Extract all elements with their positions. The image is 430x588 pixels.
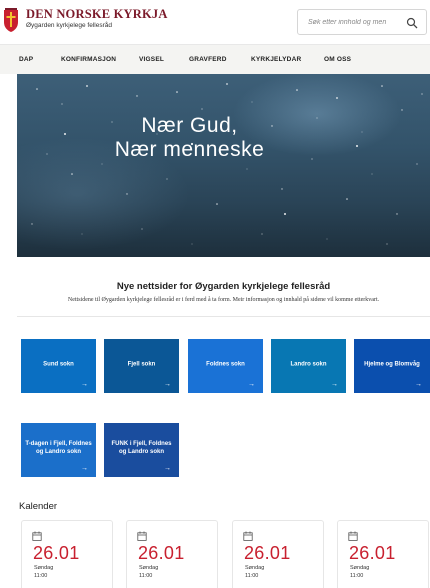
event-day: Søndag [350,565,370,571]
event-day: Søndag [34,565,54,571]
arrow-right-icon: → [81,465,88,472]
nav-item-kyrkjelydar[interactable]: KYRKJELYDAR [251,56,301,63]
hero-line-2: Nær menneske [114,138,265,161]
site-header: DEN NORSKE KYRKJA Øygarden kyrkjelege fe… [0,0,430,44]
calendar-event-card[interactable]: 26.01 Søndag 11:00 [232,520,324,588]
nav-item-om-oss[interactable]: OM OSS [324,56,351,63]
tile-label: Foldnes sokn [206,361,245,368]
intro-text: Nettsidene til Øygarden kyrkjelege felle… [67,297,380,303]
arrow-right-icon: → [331,381,338,388]
event-time: 11:00 [245,573,259,579]
hero-line-1: Nær Gud, [141,114,238,137]
event-date: 26.01 [244,543,291,563]
tile-hjelme-og-blomvag[interactable]: Hjelme og Blomvåg → [354,339,430,393]
event-time: 11:00 [34,573,48,579]
calendar-event-card[interactable]: 26.01 Søndag 11:00 [21,520,113,588]
tile-fjell-sokn[interactable]: Fjell sokn → [104,339,179,393]
event-date: 26.01 [349,543,396,563]
arrow-right-icon: → [164,465,171,472]
nav-item-vigsel[interactable]: VIGSEL [139,56,164,63]
search-icon[interactable] [406,17,418,29]
arrow-right-icon: → [164,381,171,388]
tile-label: Hjelme og Blomvåg [364,361,420,368]
tile-label: Landro sokn [290,361,327,368]
intro-heading: Nye nettsider for Øygarden kyrkjelege fe… [116,281,331,292]
brand-title: DEN NORSKE KYRKJA [26,7,168,21]
section-divider [17,316,430,317]
brand-subtitle: Øygarden kyrkjelege fellesråd [26,22,112,29]
hero-title: Nær Gud, Nær menneske [17,114,362,162]
event-day: Søndag [139,565,159,571]
event-day: Søndag [245,565,265,571]
event-time: 11:00 [350,573,364,579]
tile-landro-sokn[interactable]: Landro sokn → [271,339,346,393]
tile-label: T-dagen i Fjell, Foldnes og Landro sokn [25,441,92,455]
tile-t-dagen[interactable]: T-dagen i Fjell, Foldnes og Landro sokn … [21,423,96,477]
search-box [297,9,427,35]
event-time: 11:00 [139,573,153,579]
nav-item-dap[interactable]: DAP [19,56,33,63]
hero-banner: Nær Gud, Nær menneske [17,74,430,257]
search-input[interactable] [308,16,403,28]
arrow-right-icon: → [248,381,255,388]
calendar-icon [243,531,253,541]
arrow-right-icon: → [415,381,422,388]
starry-sky-image [31,83,423,245]
tile-sund-sokn[interactable]: Sund sokn → [21,339,96,393]
calendar-event-card[interactable]: 26.01 Søndag 11:00 [126,520,218,588]
main-nav: DAP KONFIRMASJON VIGSEL GRAVFERD KYRKJEL… [0,44,430,74]
tile-funk[interactable]: FUNK i Fjell, Foldnes og Landro sokn → [104,423,179,477]
tile-label: Sund sokn [43,361,74,368]
tile-label: Fjell sokn [127,361,156,368]
nav-item-konfirmasjon[interactable]: KONFIRMASJON [61,56,116,63]
tile-label: FUNK i Fjell, Foldnes og Landro sokn [111,441,172,455]
event-date: 26.01 [138,543,185,563]
arrow-right-icon: → [81,381,88,388]
calendar-heading: Kalender [19,501,58,512]
church-shield-icon [4,8,18,32]
calendar-event-card[interactable]: 26.01 Søndag 11:00 [337,520,429,588]
calendar-icon [32,531,42,541]
tile-foldnes-sokn[interactable]: Foldnes sokn → [188,339,263,393]
event-date: 26.01 [33,543,80,563]
calendar-icon [348,531,358,541]
nav-item-gravferd[interactable]: GRAVFERD [189,56,227,63]
calendar-icon [137,531,147,541]
